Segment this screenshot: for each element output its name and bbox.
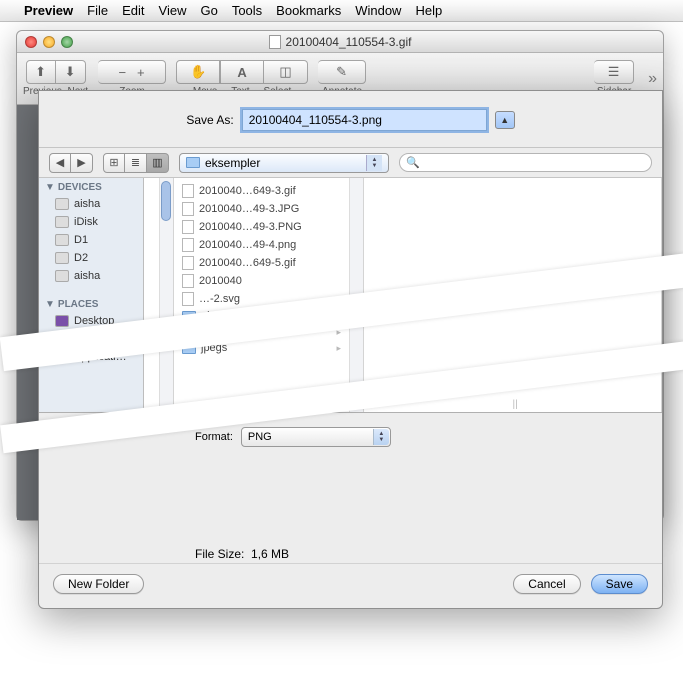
file-item[interactable]: 2010040…649-3.gif (174, 182, 363, 200)
next-button[interactable]: ⬇ (56, 60, 86, 84)
text-tool[interactable]: A (220, 60, 264, 84)
path-folder-name: eksempler (205, 156, 260, 170)
file-name: 2010040…649-3.gif (199, 185, 296, 197)
file-icon (182, 184, 194, 198)
collapse-button[interactable]: ▲ (495, 111, 515, 129)
file-name: 2010040…649-5.gif (199, 257, 296, 269)
view-columns[interactable]: ▥ (147, 153, 169, 173)
system-menubar: Preview File Edit View Go Tools Bookmark… (0, 0, 683, 22)
filesize-value: 1,6 MB (251, 547, 289, 561)
nav-forward[interactable]: ▶ (71, 153, 93, 173)
file-item[interactable]: 2010040…49-3.PNG (174, 218, 363, 236)
scrollbar-thumb[interactable] (161, 181, 171, 221)
menu-bookmarks[interactable]: Bookmarks (276, 3, 341, 18)
search-input[interactable]: 🔍 (399, 153, 652, 172)
cancel-button[interactable]: Cancel (513, 574, 580, 594)
menu-file[interactable]: File (87, 3, 108, 18)
menu-tools[interactable]: Tools (232, 3, 262, 18)
window-titlebar[interactable]: 20100404_110554-3.gif (17, 31, 663, 53)
minimize-button[interactable] (43, 36, 55, 48)
file-name: 2010040…49-3.JPG (199, 203, 299, 215)
save-as-label: Save As: (186, 113, 233, 127)
view-icons[interactable]: ⊞ (103, 153, 125, 173)
file-icon (182, 238, 194, 252)
new-folder-button[interactable]: New Folder (53, 574, 144, 594)
annotate-tool[interactable]: ✎ (318, 60, 366, 84)
device-d1[interactable]: D1 (39, 231, 143, 249)
device-idisk[interactable]: iDisk (39, 213, 143, 231)
save-button[interactable]: Save (591, 574, 648, 594)
chevron-updown-icon: ▲▼ (366, 155, 382, 171)
save-as-input[interactable] (242, 109, 487, 131)
zoom-control[interactable]: − + (98, 60, 166, 84)
move-tool[interactable]: ✋ (176, 60, 220, 84)
disclosure-triangle-icon: ▼ (45, 299, 55, 310)
menu-view[interactable]: View (159, 3, 187, 18)
file-icon (182, 220, 194, 234)
window-title: 20100404_110554-3.gif (286, 35, 412, 49)
menu-help[interactable]: Help (415, 3, 442, 18)
previous-button[interactable]: ⬆ (26, 60, 56, 84)
chevron-updown-icon: ▲▼ (373, 429, 389, 445)
save-dialog: Save As: ▲ ◀ ▶ ⊞ ≣ ▥ eksempler ▲▼ 🔍 ▼DEV… (38, 90, 663, 609)
resize-handle-icon[interactable]: || (513, 399, 518, 410)
view-list[interactable]: ≣ (125, 153, 147, 173)
menu-app[interactable]: Preview (24, 3, 73, 18)
file-name: 2010040…49-3.PNG (199, 221, 302, 233)
file-browser-nav: ◀ ▶ ⊞ ≣ ▥ eksempler ▲▼ 🔍 (39, 148, 662, 178)
zoom-button[interactable] (61, 36, 73, 48)
drive-icon (55, 270, 69, 282)
menu-edit[interactable]: Edit (122, 3, 144, 18)
search-icon: 🔍 (406, 156, 420, 169)
column-files: 2010040…649-3.gif 2010040…49-3.JPG 2010040… (174, 178, 364, 412)
device-d2[interactable]: D2 (39, 249, 143, 267)
file-item[interactable]: 2010040…49-3.JPG (174, 200, 363, 218)
filesize-label: File Size: (195, 547, 244, 561)
file-name: 2010040 (199, 275, 242, 287)
file-name: 2010040…49-4.png (199, 239, 296, 251)
disclosure-triangle-icon: ▼ (45, 182, 55, 193)
format-select[interactable]: PNG ▲▼ (241, 427, 391, 447)
menu-window[interactable]: Window (355, 3, 401, 18)
file-icon (182, 292, 194, 306)
column-parent[interactable] (144, 178, 174, 412)
document-icon (269, 35, 281, 49)
sidebar: ▼DEVICES aisha iDisk D1 D2 aisha ▼PLACES… (39, 178, 144, 412)
file-item[interactable]: 2010040 (174, 272, 363, 290)
devices-header[interactable]: ▼DEVICES (39, 178, 143, 195)
drive-icon (55, 252, 69, 264)
file-name: …-2.svg (199, 293, 240, 305)
dialog-buttons: New Folder Cancel Save (39, 563, 662, 608)
format-label: Format: (195, 431, 233, 443)
device-aisha-2[interactable]: aisha (39, 267, 143, 285)
select-tool[interactable]: ◫ (264, 60, 308, 84)
idisk-icon (55, 216, 69, 228)
desktop-icon (55, 315, 69, 327)
toolbar-overflow-icon[interactable]: » (648, 70, 657, 88)
format-value: PNG (248, 431, 272, 443)
file-item[interactable]: 2010040…49-4.png (174, 236, 363, 254)
drive-icon (55, 234, 69, 246)
folder-icon (186, 157, 200, 168)
file-icon (182, 202, 194, 216)
file-item[interactable]: 2010040…649-5.gif (174, 254, 363, 272)
file-icon (182, 274, 194, 288)
file-icon (182, 256, 194, 270)
file-browser: ▼DEVICES aisha iDisk D1 D2 aisha ▼PLACES… (39, 178, 662, 413)
computer-icon (55, 198, 69, 210)
sidebar-toggle[interactable]: ☰ (594, 60, 634, 84)
places-header[interactable]: ▼PLACES (39, 295, 143, 312)
close-button[interactable] (25, 36, 37, 48)
path-popup[interactable]: eksempler ▲▼ (179, 153, 389, 173)
nav-back[interactable]: ◀ (49, 153, 71, 173)
menu-go[interactable]: Go (200, 3, 217, 18)
device-aisha[interactable]: aisha (39, 195, 143, 213)
